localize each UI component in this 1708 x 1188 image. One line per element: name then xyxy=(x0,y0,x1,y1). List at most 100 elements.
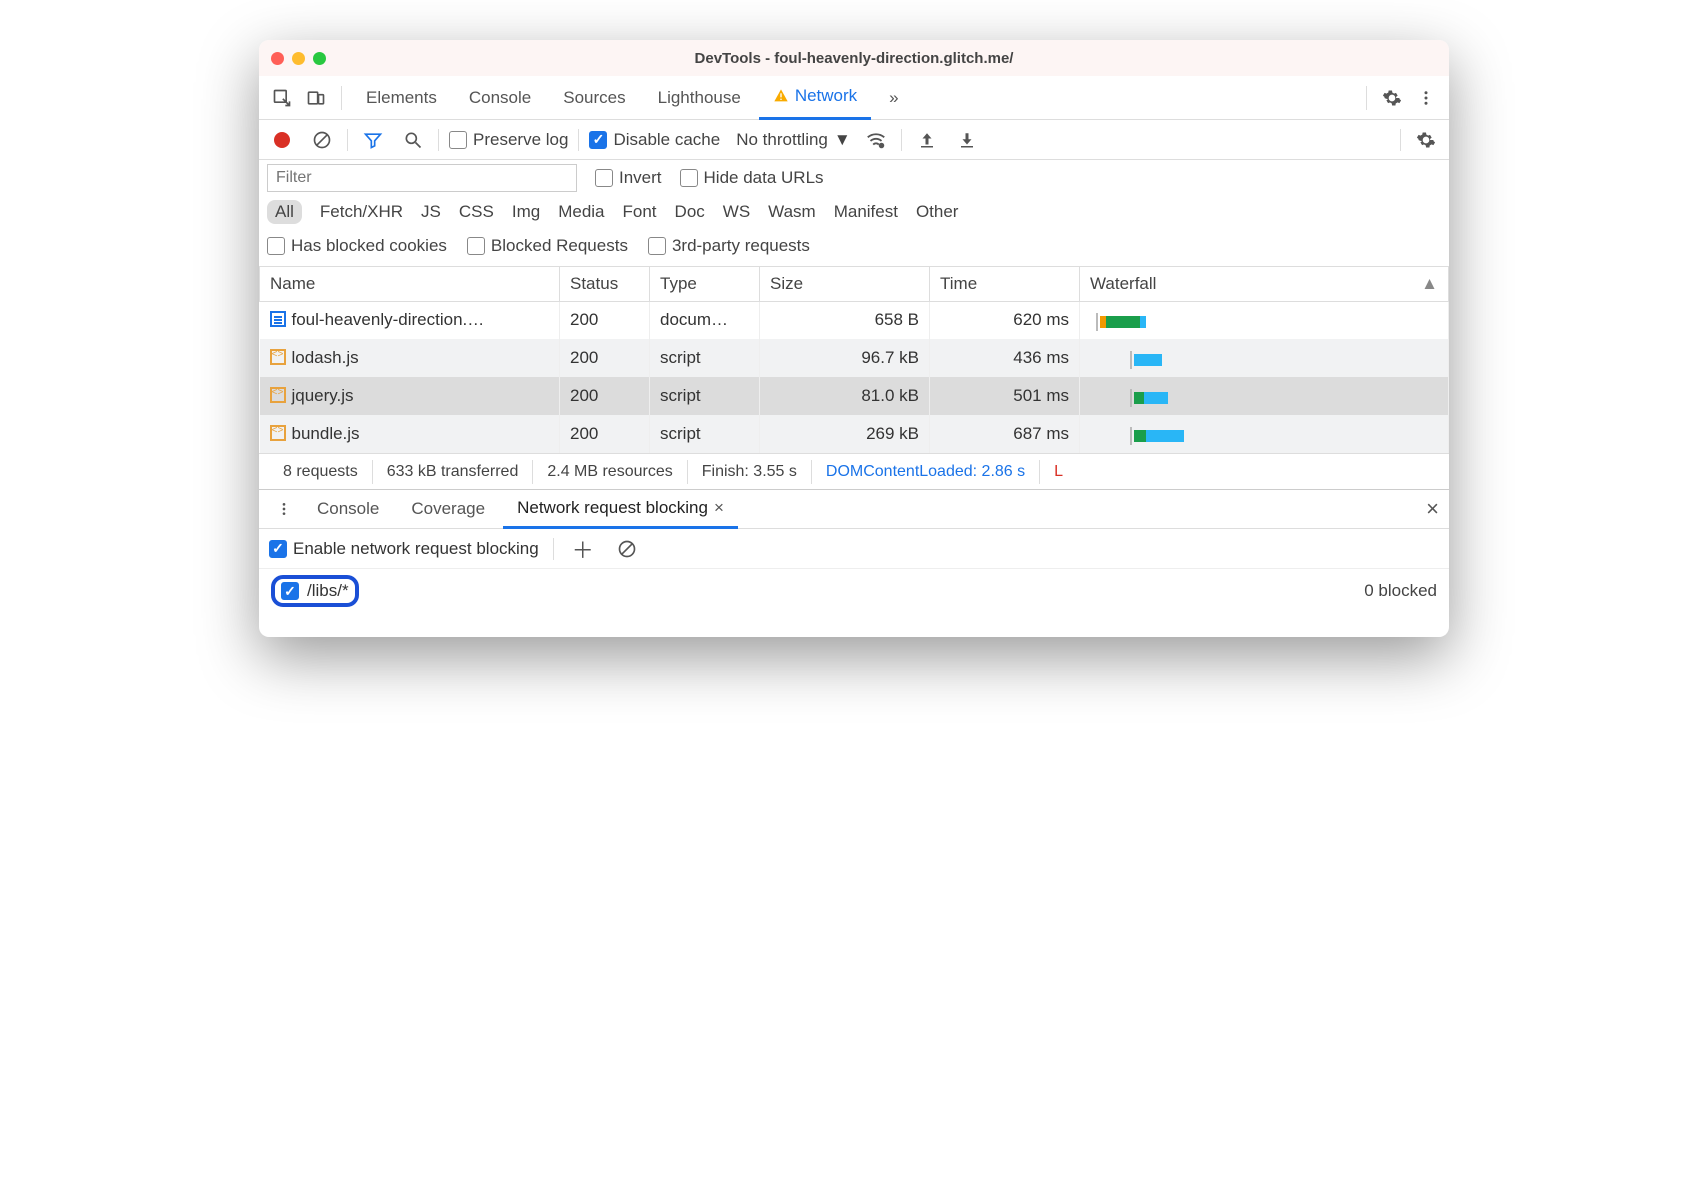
type-media[interactable]: Media xyxy=(558,202,604,222)
col-type[interactable]: Type xyxy=(650,267,760,301)
col-time[interactable]: Time xyxy=(930,267,1080,301)
type-doc[interactable]: Doc xyxy=(675,202,705,222)
type-fetch[interactable]: Fetch/XHR xyxy=(320,202,403,222)
preserve-log-checkbox[interactable]: Preserve log xyxy=(449,130,568,150)
third-party-checkbox[interactable]: 3rd-party requests xyxy=(648,236,810,256)
tab-sources[interactable]: Sources xyxy=(549,76,639,120)
table-row[interactable]: jquery.js 200 script 81.0 kB 501 ms xyxy=(260,377,1449,415)
type-manifest[interactable]: Manifest xyxy=(834,202,898,222)
col-name[interactable]: Name xyxy=(260,267,560,301)
status-load: L xyxy=(1040,460,1077,484)
throttling-label: No throttling xyxy=(736,130,828,150)
tab-lighthouse[interactable]: Lighthouse xyxy=(644,76,755,120)
drawer-tab-console[interactable]: Console xyxy=(303,489,393,529)
disable-cache-checkbox[interactable]: ✓ Disable cache xyxy=(589,130,720,150)
clear-patterns-icon[interactable] xyxy=(612,534,642,564)
waterfall-label: Waterfall xyxy=(1090,274,1156,293)
hide-data-urls-checkbox[interactable]: Hide data URLs xyxy=(680,168,824,188)
warning-icon xyxy=(773,88,789,104)
cell-time: 687 ms xyxy=(930,415,1080,453)
cell-size: 96.7 kB xyxy=(760,339,930,377)
devtools-window: DevTools - foul-heavenly-direction.glitc… xyxy=(259,40,1449,637)
close-tab-icon[interactable]: × xyxy=(714,498,724,518)
record-button[interactable] xyxy=(267,125,297,155)
cell-waterfall xyxy=(1080,415,1449,453)
kebab-menu-icon[interactable] xyxy=(1411,83,1441,113)
search-icon[interactable] xyxy=(398,125,428,155)
invert-checkbox[interactable]: Invert xyxy=(595,168,662,188)
cell-size: 81.0 kB xyxy=(760,377,930,415)
type-other[interactable]: Other xyxy=(916,202,959,222)
type-font[interactable]: Font xyxy=(623,202,657,222)
separator xyxy=(553,538,554,560)
cell-waterfall xyxy=(1080,339,1449,377)
tab-elements[interactable]: Elements xyxy=(352,76,451,120)
blocked-requests-checkbox[interactable]: Blocked Requests xyxy=(467,236,628,256)
status-finish: Finish: 3.55 s xyxy=(688,460,812,484)
separator xyxy=(578,129,579,151)
cell-name: jquery.js xyxy=(292,386,354,405)
type-all[interactable]: All xyxy=(267,200,302,224)
network-conditions-icon[interactable] xyxy=(861,125,891,155)
blocking-pattern-row[interactable]: ✓ /libs/* 0 blocked xyxy=(259,569,1449,613)
drawer-kebab-icon[interactable] xyxy=(269,494,299,524)
throttling-dropdown[interactable]: No throttling ▼ xyxy=(736,130,851,150)
type-img[interactable]: Img xyxy=(512,202,540,222)
document-icon xyxy=(270,311,286,327)
titlebar: DevTools - foul-heavenly-direction.glitc… xyxy=(259,40,1449,76)
checkbox-icon xyxy=(467,237,485,255)
separator xyxy=(341,86,342,110)
tab-console[interactable]: Console xyxy=(455,76,545,120)
cell-type: script xyxy=(650,377,760,415)
tab-network-label: Network xyxy=(795,86,857,106)
drawer-tab-coverage[interactable]: Coverage xyxy=(397,489,499,529)
type-css[interactable]: CSS xyxy=(459,202,494,222)
checkbox-icon xyxy=(595,169,613,187)
inspect-element-icon[interactable] xyxy=(267,83,297,113)
col-waterfall[interactable]: Waterfall ▲ xyxy=(1080,267,1449,301)
network-settings-icon[interactable] xyxy=(1411,125,1441,155)
script-icon xyxy=(270,425,286,441)
type-js[interactable]: JS xyxy=(421,202,441,222)
add-pattern-icon[interactable]: ＋ xyxy=(568,534,598,564)
table-row[interactable]: bundle.js 200 script 269 kB 687 ms xyxy=(260,415,1449,453)
blocked-cookies-checkbox[interactable]: Has blocked cookies xyxy=(267,236,447,256)
tab-network[interactable]: Network xyxy=(759,76,871,120)
col-size[interactable]: Size xyxy=(760,267,930,301)
cell-name: bundle.js xyxy=(292,424,360,443)
download-har-icon[interactable] xyxy=(952,125,982,155)
hide-data-urls-label: Hide data URLs xyxy=(704,168,824,188)
checkbox-checked-icon: ✓ xyxy=(589,131,607,149)
extra-filters: Has blocked cookies Blocked Requests 3rd… xyxy=(259,232,1449,267)
status-resources: 2.4 MB resources xyxy=(533,460,687,484)
enable-blocking-label: Enable network request blocking xyxy=(293,539,539,559)
main-toolbar: Elements Console Sources Lighthouse Netw… xyxy=(259,76,1449,120)
checkbox-icon xyxy=(680,169,698,187)
settings-icon[interactable] xyxy=(1377,83,1407,113)
device-toolbar-icon[interactable] xyxy=(301,83,331,113)
type-ws[interactable]: WS xyxy=(723,202,750,222)
filter-icon[interactable] xyxy=(358,125,388,155)
cell-status: 200 xyxy=(560,301,650,339)
cell-waterfall xyxy=(1080,301,1449,339)
table-row[interactable]: foul-heavenly-direction.… 200 docum… 658… xyxy=(260,301,1449,339)
clear-icon[interactable] xyxy=(307,125,337,155)
checkbox-checked-icon: ✓ xyxy=(281,582,299,600)
table-row[interactable]: lodash.js 200 script 96.7 kB 436 ms xyxy=(260,339,1449,377)
upload-har-icon[interactable] xyxy=(912,125,942,155)
col-status[interactable]: Status xyxy=(560,267,650,301)
filter-input[interactable] xyxy=(267,164,577,192)
table-header-row: Name Status Type Size Time Waterfall ▲ xyxy=(260,267,1449,301)
separator xyxy=(438,129,439,151)
enable-blocking-checkbox[interactable]: ✓ Enable network request blocking xyxy=(269,539,539,559)
cell-size: 658 B xyxy=(760,301,930,339)
window-title: DevTools - foul-heavenly-direction.glitc… xyxy=(259,50,1449,67)
requests-table: Name Status Type Size Time Waterfall ▲ f… xyxy=(259,267,1449,453)
preserve-log-label: Preserve log xyxy=(473,130,568,150)
close-drawer-icon[interactable]: × xyxy=(1426,496,1439,522)
tab-more[interactable]: » xyxy=(875,76,912,120)
blocked-cookies-label: Has blocked cookies xyxy=(291,236,447,256)
drawer-tab-nrb[interactable]: Network request blocking × xyxy=(503,489,738,529)
type-wasm[interactable]: Wasm xyxy=(768,202,816,222)
cell-name: lodash.js xyxy=(292,348,359,367)
